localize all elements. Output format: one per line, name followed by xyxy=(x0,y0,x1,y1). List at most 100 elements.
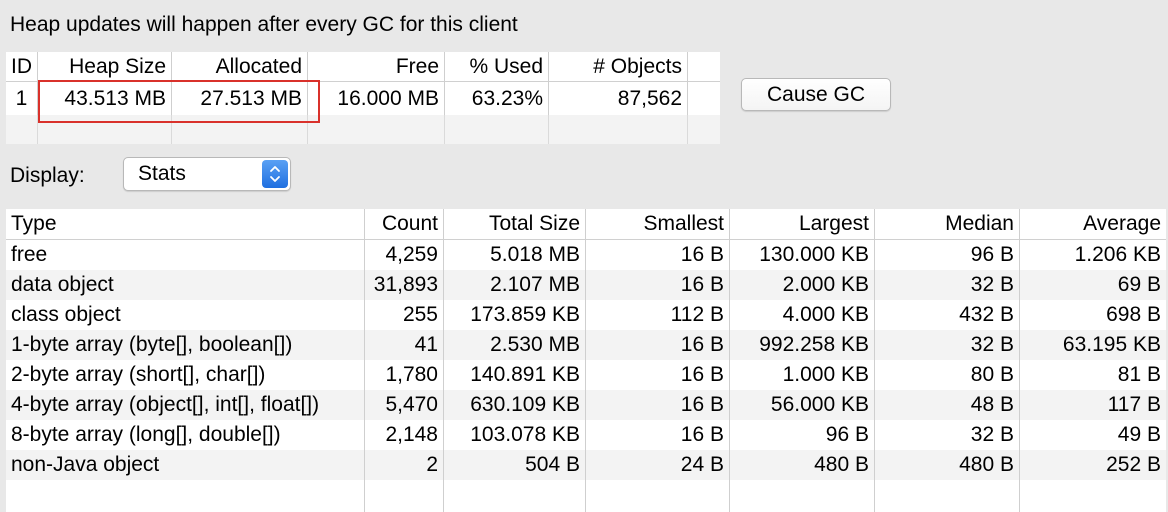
col-objects-header[interactable]: # Objects xyxy=(549,52,688,81)
type-cell: 1-byte array (byte[], boolean[]) xyxy=(6,330,365,360)
smallest-cell: 16 B xyxy=(586,270,730,300)
cause-gc-button[interactable]: Cause GC xyxy=(741,78,891,111)
largest-cell: 1.000 KB xyxy=(730,360,875,390)
column-divider xyxy=(1019,480,1020,512)
smallest-cell: 16 B xyxy=(586,330,730,360)
column-divider xyxy=(874,480,875,512)
count-cell: 2 xyxy=(365,450,444,480)
table-row[interactable]: 1-byte array (byte[], boolean[]) 41 2.530 … xyxy=(6,330,1166,360)
row-filler xyxy=(688,82,720,115)
largest-cell: 56.000 KB xyxy=(730,390,875,420)
table-row[interactable]: class object 255 173.859 KB 112 B 4.000 KB 43… xyxy=(6,300,1166,330)
display-selected-value: Stats xyxy=(138,162,186,185)
average-cell: 252 B xyxy=(1106,453,1161,476)
column-divider xyxy=(585,480,586,512)
average-cell: 69 B xyxy=(1117,273,1161,296)
empty-cell xyxy=(308,115,445,144)
median-cell: 96 B xyxy=(875,240,1020,270)
table-row[interactable]: data object 31,893 2.107 MB 16 B 2.000 KB 32 … xyxy=(6,270,1166,300)
percent-used-cell: 63.23% xyxy=(445,82,549,115)
table-row[interactable]: 8-byte array (long[], double[]) 2,148 103.… xyxy=(6,420,1166,450)
col-type-header[interactable]: Type xyxy=(6,209,365,239)
median-cell: 480 B xyxy=(875,450,1020,480)
heap-update-notice: Heap updates will happen after every GC … xyxy=(10,13,518,36)
column-divider xyxy=(729,480,730,512)
largest-cell: 4.000 KB xyxy=(730,300,875,330)
objects-cell: 87,562 xyxy=(549,82,688,115)
col-percent-used-header[interactable]: % Used xyxy=(445,52,549,81)
median-cell: 32 B xyxy=(875,420,1020,450)
count-cell: 41 xyxy=(365,330,444,360)
count-cell: 5,470 xyxy=(365,390,444,420)
stats-table: Type Count Total Size Smallest Largest M… xyxy=(6,209,1166,512)
col-average-header[interactable]: Average xyxy=(1020,209,1166,239)
empty-cell xyxy=(6,115,38,144)
type-cell: 8-byte array (long[], double[]) xyxy=(6,420,365,450)
median-cell: 432 B xyxy=(875,300,1020,330)
smallest-cell: 112 B xyxy=(586,300,730,330)
col-total-size-header[interactable]: Total Size xyxy=(444,209,586,239)
table-row[interactable]: non-Java object 2 504 B 24 B 480 B 480 B 252 B xyxy=(6,450,1166,480)
largest-cell: 480 B xyxy=(730,450,875,480)
type-cell: data object xyxy=(6,270,365,300)
median-cell: 80 B xyxy=(875,360,1020,390)
average-cell: 81 B xyxy=(1117,363,1161,386)
largest-cell: 130.000 KB xyxy=(730,240,875,270)
count-cell: 31,893 xyxy=(365,270,444,300)
median-cell: 32 B xyxy=(875,270,1020,300)
smallest-cell: 16 B xyxy=(586,420,730,450)
total-size-cell: 5.018 MB xyxy=(444,240,586,270)
empty-cell xyxy=(549,115,688,144)
count-cell: 255 xyxy=(365,300,444,330)
average-cell: 63.195 KB xyxy=(1062,333,1161,356)
count-cell: 2,148 xyxy=(365,420,444,450)
stats-table-header: Type Count Total Size Smallest Largest M… xyxy=(6,209,1166,240)
largest-cell: 992.258 KB xyxy=(730,330,875,360)
smallest-cell: 24 B xyxy=(586,450,730,480)
total-size-cell: 504 B xyxy=(444,450,586,480)
col-smallest-header[interactable]: Smallest xyxy=(586,209,730,239)
col-allocated-header[interactable]: Allocated xyxy=(172,52,308,81)
total-size-cell: 2.107 MB xyxy=(444,270,586,300)
largest-cell: 96 B xyxy=(730,420,875,450)
type-cell: free xyxy=(6,240,365,270)
col-id-header[interactable]: ID xyxy=(6,52,38,81)
count-cell: 4,259 xyxy=(365,240,444,270)
col-count-header[interactable]: Count xyxy=(365,209,444,239)
col-median-header[interactable]: Median xyxy=(875,209,1020,239)
average-cell: 1.206 KB xyxy=(1074,243,1161,266)
type-cell: non-Java object xyxy=(6,450,365,480)
table-row[interactable]: 4-byte array (object[], int[], float[]) 5… xyxy=(6,390,1166,420)
table-row[interactable]: free 4,259 5.018 MB 16 B 130.000 KB 96 B 1.206… xyxy=(6,240,1166,270)
smallest-cell: 16 B xyxy=(586,240,730,270)
heap-id-cell: 1 xyxy=(6,82,38,115)
average-cell: 698 B xyxy=(1106,303,1161,326)
largest-cell: 2.000 KB xyxy=(730,270,875,300)
col-free-header[interactable]: Free xyxy=(308,52,445,81)
display-label: Display: xyxy=(10,164,85,187)
average-cell: 49 B xyxy=(1117,423,1161,446)
total-size-cell: 630.109 KB xyxy=(444,390,586,420)
heap-table-header: ID Heap Size Allocated Free % Used # Obj… xyxy=(6,52,720,82)
type-cell: 2-byte array (short[], char[]) xyxy=(6,360,365,390)
display-select[interactable]: Stats xyxy=(123,157,291,191)
median-cell: 32 B xyxy=(875,330,1020,360)
total-size-cell: 173.859 KB xyxy=(444,300,586,330)
total-size-cell: 140.891 KB xyxy=(444,360,586,390)
annotation-highlight-box xyxy=(38,80,320,123)
stats-table-empty-area xyxy=(6,480,1166,512)
average-cell: 117 B xyxy=(1107,393,1161,416)
type-cell: class object xyxy=(6,300,365,330)
total-size-cell: 2.530 MB xyxy=(444,330,586,360)
col-largest-header[interactable]: Largest xyxy=(730,209,875,239)
popup-stepper-icon xyxy=(262,160,288,188)
type-cell: 4-byte array (object[], int[], float[]) xyxy=(6,390,365,420)
median-cell: 48 B xyxy=(875,390,1020,420)
header-filler xyxy=(688,52,720,81)
smallest-cell: 16 B xyxy=(586,390,730,420)
total-size-cell: 103.078 KB xyxy=(444,420,586,450)
col-heap-size-header[interactable]: Heap Size xyxy=(38,52,172,81)
table-row[interactable]: 2-byte array (short[], char[]) 1,780 140.8… xyxy=(6,360,1166,390)
count-cell: 1,780 xyxy=(365,360,444,390)
free-cell: 16.000 MB xyxy=(308,82,445,115)
